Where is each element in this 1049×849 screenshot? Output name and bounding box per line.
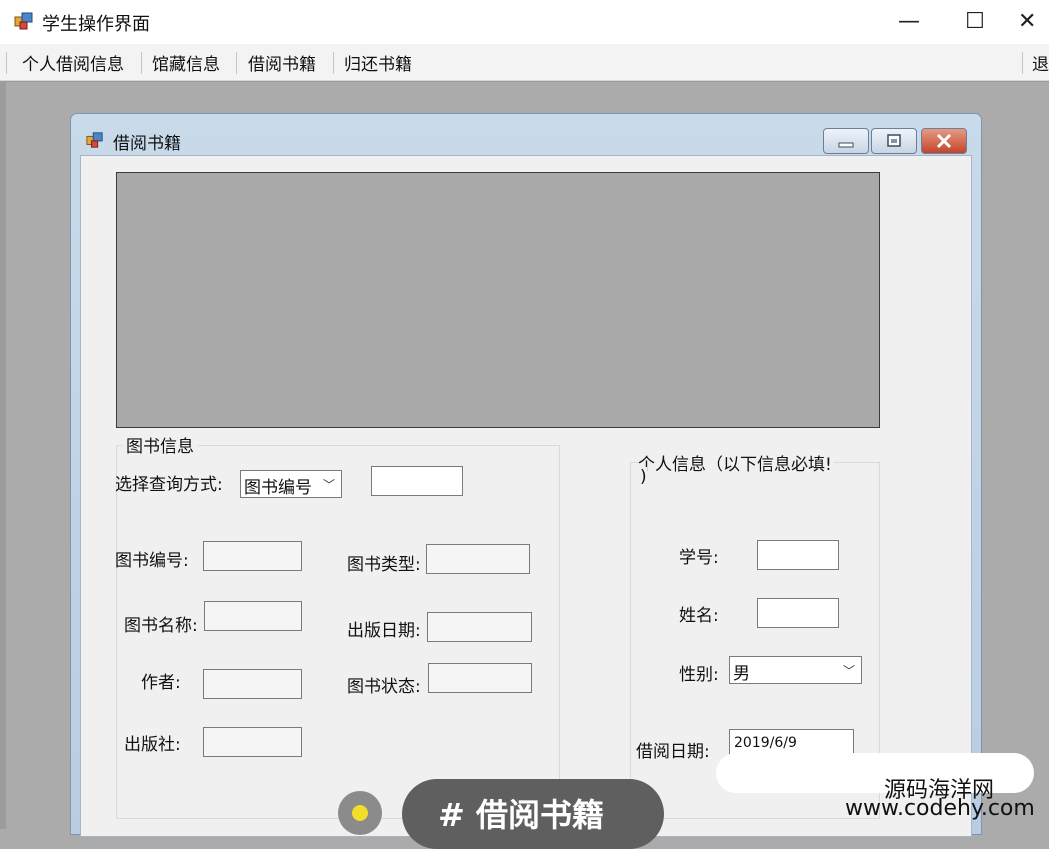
menu-separator [333, 52, 334, 74]
publish-date-field[interactable] [427, 612, 532, 642]
query-input[interactable] [371, 466, 463, 496]
query-mode-label: 选择查询方式: [115, 475, 223, 495]
book-status-label: 图书状态: [347, 677, 421, 697]
gender-select[interactable]: 男 ﹀ [729, 656, 862, 684]
gender-value: 男 [733, 664, 750, 684]
book-id-field[interactable] [203, 541, 302, 571]
author-field[interactable] [203, 669, 302, 699]
book-info-group-title: 图书信息 [122, 432, 198, 457]
personal-info-group-title: 个人信息（以下信息必填! [638, 450, 834, 475]
book-id-label: 图书编号: [115, 551, 189, 571]
menu-item-return-books[interactable]: 归还书籍 [340, 50, 416, 75]
publisher-label: 出版社: [124, 735, 181, 755]
close-icon [936, 133, 952, 149]
minimize-button[interactable]: — [886, 6, 932, 38]
menu-item-borrow-books[interactable]: 借阅书籍 [244, 50, 320, 75]
child-window-icon [86, 132, 103, 148]
maximize-icon [887, 134, 901, 147]
child-maximize-button[interactable] [871, 128, 917, 154]
menu-separator [236, 52, 237, 74]
child-minimize-button[interactable] [823, 128, 869, 154]
book-name-field[interactable] [204, 601, 302, 631]
menu-separator [141, 52, 142, 74]
borrow-date-label: 借阅日期: [636, 742, 710, 762]
child-window-title: 借阅书籍 [113, 134, 181, 154]
book-type-label: 图书类型: [347, 555, 421, 575]
personal-info-group-title-cont: ) [640, 467, 647, 487]
publish-date-label: 出版日期: [347, 621, 421, 641]
child-close-button[interactable] [921, 128, 967, 154]
caption-text: # 借阅书籍 [438, 796, 604, 834]
mdi-border [0, 81, 6, 829]
maximize-button[interactable]: ☐ [952, 6, 998, 38]
borrow-date-value: 2019/6/9 [734, 735, 797, 751]
name-label: 姓名: [679, 606, 719, 626]
menu-grip [6, 52, 7, 74]
menu-item-personal-borrow-info[interactable]: 个人借阅信息 [18, 50, 128, 75]
book-status-field[interactable] [428, 663, 532, 693]
minimize-icon [838, 142, 854, 148]
query-mode-value: 图书编号 [244, 478, 312, 498]
books-data-grid[interactable] [116, 172, 880, 428]
book-type-field[interactable] [426, 544, 530, 574]
close-button[interactable]: ✕ [1018, 6, 1049, 38]
student-id-label: 学号: [679, 548, 719, 568]
query-mode-select[interactable]: 图书编号 ﹀ [240, 470, 342, 498]
student-id-input[interactable] [757, 540, 839, 570]
name-input[interactable] [757, 598, 839, 628]
window-title: 学生操作界面 [42, 14, 150, 35]
watermark-url: www.codehy.com [845, 796, 1035, 821]
menu-item-exit[interactable]: 退 [1028, 50, 1049, 75]
publisher-field[interactable] [203, 727, 302, 757]
gender-label: 性别: [679, 665, 719, 685]
menu-item-collection-info[interactable]: 馆藏信息 [148, 50, 224, 75]
chevron-down-icon: ﹀ [322, 478, 335, 492]
book-name-label: 图书名称: [124, 616, 198, 636]
chevron-down-icon: ﹀ [842, 664, 855, 678]
author-label: 作者: [141, 673, 181, 693]
menu-separator [1022, 52, 1023, 74]
decor-dot [352, 805, 368, 821]
app-window-icon [14, 12, 33, 30]
